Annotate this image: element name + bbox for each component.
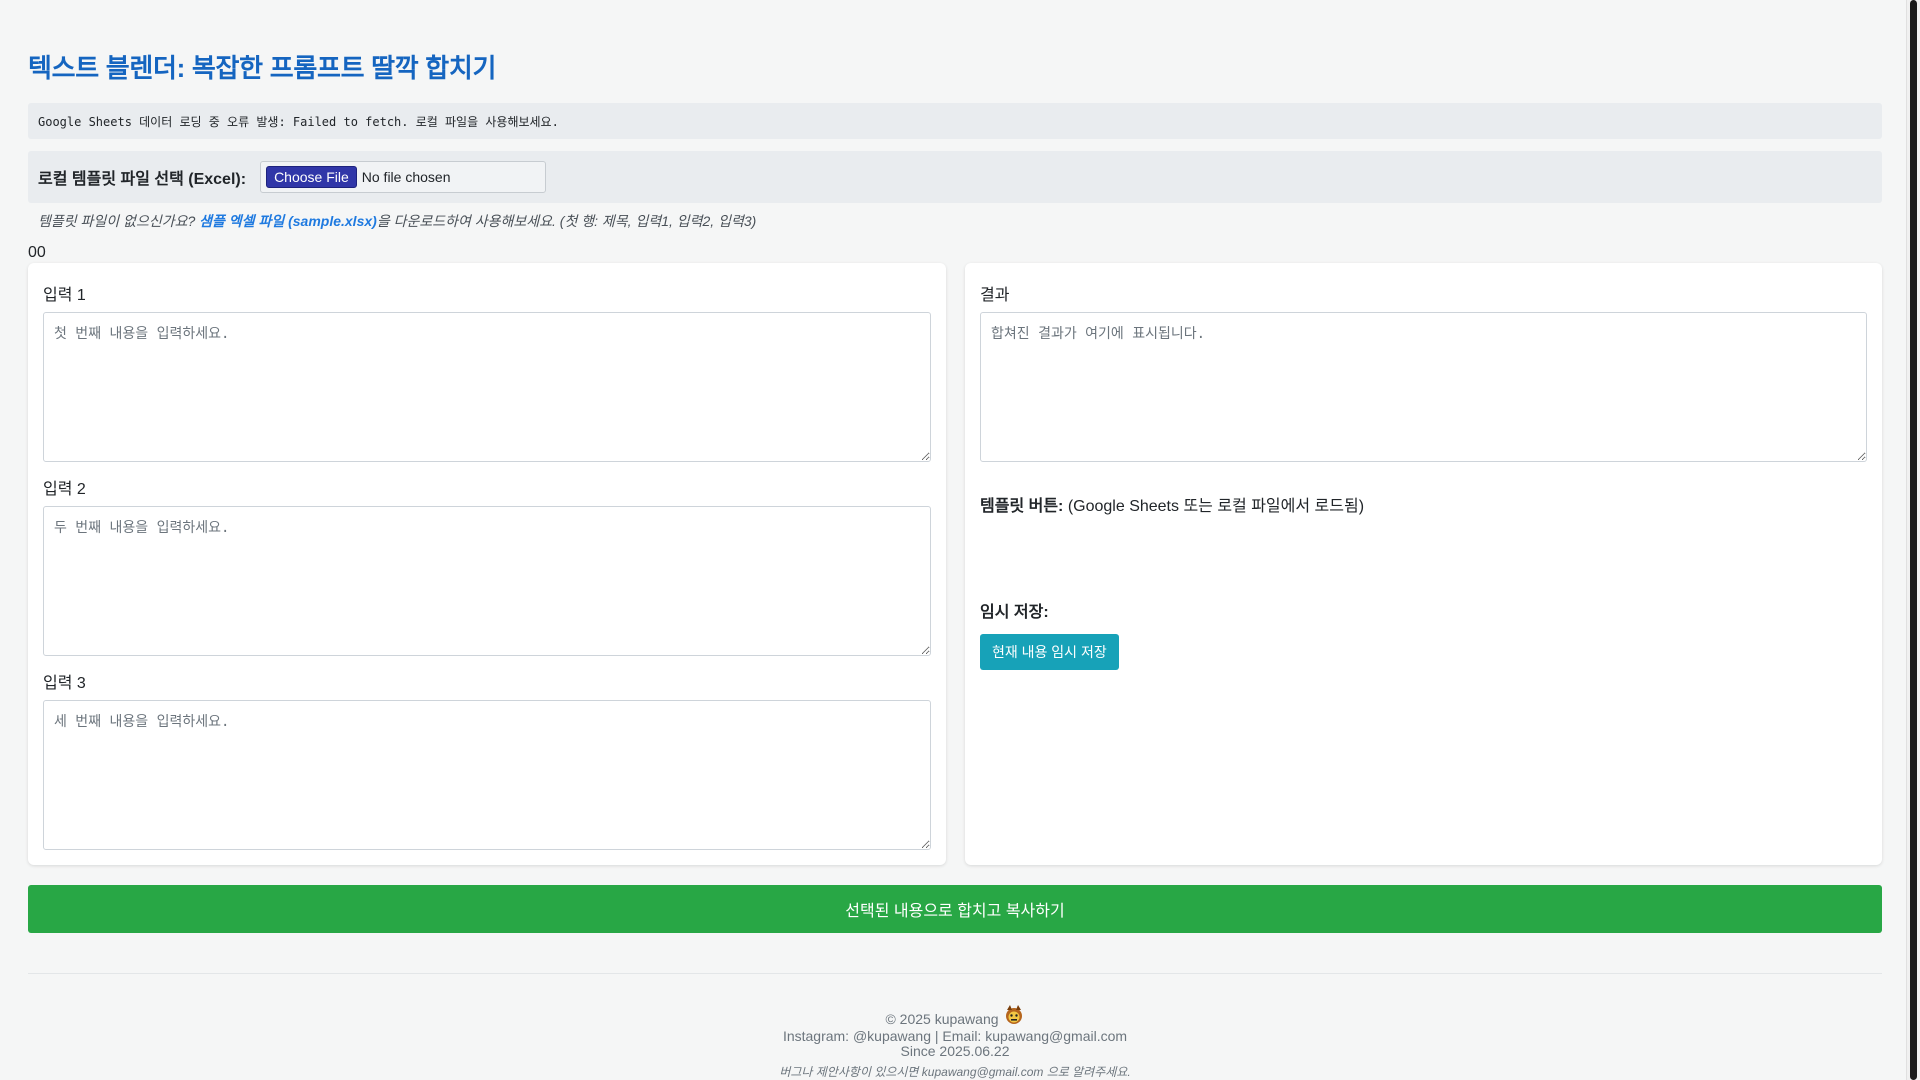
merge-copy-button[interactable]: 선택된 내용으로 합치고 복사하기 [28, 885, 1882, 933]
page-title: 텍스트 블렌더: 복잡한 프롬프트 딸깍 합치기 [28, 53, 497, 83]
mascot-icon [1003, 1004, 1025, 1029]
file-input[interactable]: Choose File No file chosen [260, 161, 547, 193]
error-message-box: Google Sheets 데이터 로딩 중 오류 발생: Failed to … [28, 103, 1882, 139]
footer-note: 버그나 제안사항이 있으시면 kupawang@gmail.com 으로 알려주… [779, 1065, 1131, 1079]
input-2-textarea[interactable] [43, 506, 931, 656]
footer-divider [28, 973, 1882, 974]
template-buttons-section: 템플릿 버튼: (Google Sheets 또는 로컬 파일에서 로드됨) [980, 492, 1364, 516]
page-scrollbar[interactable] [1906, 0, 1920, 1080]
temp-save-button[interactable]: 현재 내용 임시 저장 [980, 634, 1119, 670]
error-message: Google Sheets 데이터 로딩 중 오류 발생: Failed to … [38, 114, 559, 129]
result-panel: 결과 템플릿 버튼: (Google Sheets 또는 로컬 파일에서 로드됨… [965, 263, 1882, 865]
hint-prefix: 템플릿 파일이 없으신가요? [38, 213, 200, 229]
choose-file-button[interactable]: Choose File [266, 166, 357, 188]
footer: © 2025 kupawang Instagram: @kupawang | E… [28, 1004, 1882, 1080]
file-select-label: 로컬 템플릿 파일 선택 (Excel): [38, 171, 247, 188]
temp-save-title: 임시 저장: [980, 604, 1049, 621]
temp-save-section: 임시 저장: [980, 598, 1049, 622]
result-label: 결과 [980, 287, 1010, 304]
input-3-label: 입력 3 [43, 675, 86, 692]
result-textarea[interactable] [980, 312, 1867, 462]
sample-hint: 템플릿 파일이 없으신가요? 샘플 엑셀 파일 (sample.xlsx)을 다… [38, 211, 756, 231]
template-buttons-description: (Google Sheets 또는 로컬 파일에서 로드됨) [1063, 498, 1365, 515]
template-buttons-title: 템플릿 버튼: [980, 498, 1064, 515]
input-1-textarea[interactable] [43, 312, 931, 462]
page: 텍스트 블렌더: 복잡한 프롬프트 딸깍 합치기 Google Sheets 데… [0, 0, 1920, 1080]
scrollbar-thumb[interactable] [1910, 0, 1917, 1080]
footer-contact: Instagram: @kupawang | Email: kupawang@g… [782, 1028, 1128, 1044]
input-3-textarea[interactable] [43, 700, 931, 850]
footer-copyright: © 2025 kupawang [885, 1011, 999, 1027]
input-1-label: 입력 1 [43, 287, 86, 304]
file-select-box: 로컬 템플릿 파일 선택 (Excel): Choose File No fil… [28, 151, 1882, 203]
footer-since: Since 2025.06.22 [900, 1043, 1010, 1059]
input-panel: 입력 1 입력 2 입력 3 [28, 263, 946, 865]
sample-file-link[interactable]: 샘플 엑셀 파일 (sample.xlsx) [199, 213, 377, 229]
footer-copyright-line: © 2025 kupawang [28, 1004, 1882, 1029]
hint-suffix: 을 다운로드하여 사용해보세요. (첫 행: 제목, 입력1, 입력2, 입력3… [376, 213, 757, 229]
input-2-label: 입력 2 [43, 481, 86, 498]
counter: 00 [28, 244, 46, 261]
file-status: No file chosen [361, 169, 451, 185]
